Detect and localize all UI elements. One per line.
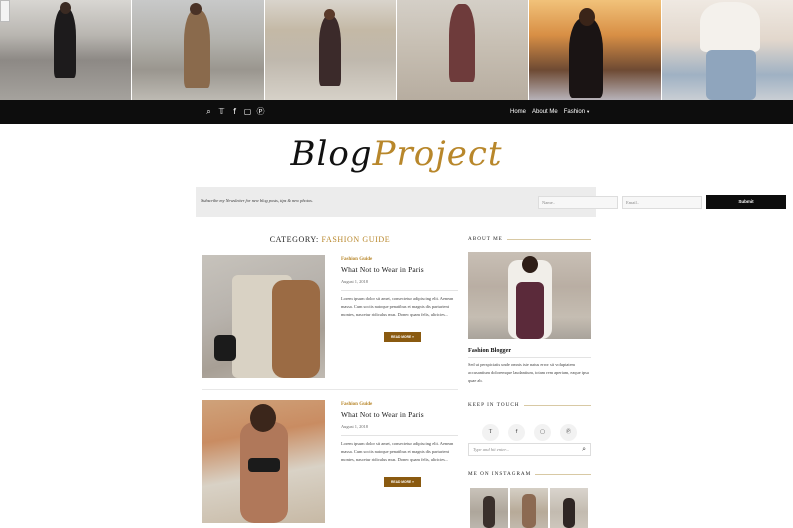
post-title[interactable]: What Not to Wear in Paris <box>341 410 461 419</box>
street-style-photo-2[interactable] <box>132 0 264 100</box>
menu-item-fashion-label: Fashion <box>563 109 586 115</box>
menu-item-home[interactable]: Home <box>510 109 526 115</box>
post-date: August 1, 2018 <box>341 424 368 429</box>
sidebar-heading-about: ABOUT ME <box>468 236 591 242</box>
twitter-icon[interactable]: 𝕋 <box>482 424 499 441</box>
post-thumbnail[interactable] <box>202 255 325 378</box>
category-label: CATEGORY: <box>269 235 319 244</box>
figure-head <box>250 404 276 432</box>
read-more-button[interactable]: READ MORE » <box>384 477 421 487</box>
post-excerpt: Lorem ipsum dolor sit amet, consectetur … <box>341 296 454 317</box>
figure-silhouette <box>569 18 604 98</box>
sidebar-heading-insta-label: ME ON INSTAGRAM <box>468 471 532 477</box>
about-me-name: Fashion Blogger <box>468 347 512 354</box>
menu-item-fashion[interactable]: Fashion▼ <box>564 109 590 115</box>
post-meta: Fashion Guide What Not to Wear in Paris … <box>341 257 461 319</box>
figure-bag <box>214 335 236 361</box>
figure-silhouette <box>184 10 211 88</box>
slider-handle[interactable] <box>0 0 10 22</box>
figure-silhouette <box>522 494 536 528</box>
post-meta: Fashion Guide What Not to Wear in Paris … <box>341 402 461 464</box>
keep-in-touch-icons: 𝕋 f ▢ Ⓟ <box>482 424 577 441</box>
search-icon[interactable]: ⌕ <box>204 106 213 118</box>
figure-silhouette <box>448 4 475 82</box>
facebook-icon[interactable]: f <box>508 424 525 441</box>
sidebar-heading-touch-label: KEEP IN TOUCH <box>468 402 520 408</box>
instagram-photo[interactable] <box>470 488 508 528</box>
search-placeholder: Type and hit enter... <box>473 447 510 452</box>
figure-head <box>323 9 335 20</box>
top-navigation-bar: ⌕ 𝕋 f ▢ Ⓟ Home About Me Fashion▼ <box>0 100 793 124</box>
instagram-icon[interactable]: ▢ <box>243 106 252 118</box>
read-more-button[interactable]: READ MORE » <box>384 332 421 342</box>
newsletter-email-field[interactable]: Email.. <box>622 196 702 209</box>
facebook-icon[interactable]: f <box>230 106 239 118</box>
figure-coat <box>272 280 320 378</box>
figure-head <box>522 256 538 273</box>
logo-part-1: Blog <box>290 134 373 174</box>
street-style-photo-5[interactable] <box>529 0 661 100</box>
sidebar-search-input[interactable]: Type and hit enter... ⌕ <box>468 443 591 456</box>
figure-silhouette <box>240 422 288 523</box>
instagram-icon[interactable]: ▢ <box>534 424 551 441</box>
logo-part-2: Project <box>372 134 503 174</box>
main-menu: Home About Me Fashion▼ <box>510 100 590 124</box>
divider <box>341 435 458 436</box>
street-style-photo-1[interactable] <box>0 0 132 100</box>
about-me-photo <box>468 252 591 339</box>
figure-silhouette <box>563 498 575 528</box>
sidebar-heading-about-label: ABOUT ME <box>468 236 503 242</box>
twitter-icon[interactable]: 𝕋 <box>217 106 226 118</box>
figure-silhouette <box>699 2 760 52</box>
category-name: FASHION GUIDE <box>321 235 391 244</box>
pinterest-icon[interactable]: Ⓟ <box>256 106 265 118</box>
sidebar-heading-instagram: ME ON INSTAGRAM <box>468 471 591 477</box>
header-photo-strip <box>0 0 793 100</box>
post-date: August 1, 2018 <box>341 279 368 284</box>
figure-head <box>60 2 71 14</box>
post-excerpt: Lorem ipsum dolor sit amet, consectetur … <box>341 441 454 462</box>
instagram-photo[interactable] <box>510 488 548 528</box>
newsletter-text: Subscribe my Newsletter for new blog pos… <box>201 198 313 203</box>
street-style-photo-3[interactable] <box>264 0 396 100</box>
newsletter-name-field[interactable]: Name.. <box>538 196 618 209</box>
sidebar-heading-keep-in-touch: KEEP IN TOUCH <box>468 402 591 408</box>
post-separator <box>202 389 458 390</box>
divider <box>468 357 591 358</box>
menu-item-about[interactable]: About Me <box>532 109 558 115</box>
post-category[interactable]: Fashion Guide <box>341 402 461 407</box>
heading-line <box>523 404 591 406</box>
figure-silhouette <box>54 8 76 78</box>
post-thumbnail[interactable] <box>202 400 325 523</box>
site-logo[interactable]: BlogProject <box>0 134 793 174</box>
chevron-down-icon: ▼ <box>586 109 591 114</box>
figure-dress <box>516 282 544 339</box>
instagram-grid <box>470 488 588 528</box>
heading-line <box>506 238 591 240</box>
newsletter-bar: Subscribe my Newsletter for new blog pos… <box>196 187 786 217</box>
category-heading: CATEGORY: FASHION GUIDE <box>202 235 458 244</box>
search-icon[interactable]: ⌕ <box>582 445 586 454</box>
post-category[interactable]: Fashion Guide <box>341 257 461 262</box>
post-title[interactable]: What Not to Wear in Paris <box>341 265 461 274</box>
figure-silhouette <box>483 496 495 528</box>
figure-silhouette <box>318 16 341 86</box>
street-style-photo-6[interactable] <box>661 0 793 100</box>
figure-jeans <box>705 50 756 100</box>
divider <box>341 290 458 291</box>
street-style-photo-4[interactable] <box>396 0 529 100</box>
instagram-photo[interactable] <box>550 488 588 528</box>
newsletter-submit-button[interactable]: Submit <box>706 195 786 209</box>
social-icons: ⌕ 𝕋 f ▢ Ⓟ <box>204 106 265 118</box>
pinterest-icon[interactable]: Ⓟ <box>560 424 577 441</box>
about-me-text: Sed ut perspiciatis unde omnis iste natu… <box>468 362 589 383</box>
figure-top <box>248 458 280 472</box>
heading-line <box>535 473 591 475</box>
